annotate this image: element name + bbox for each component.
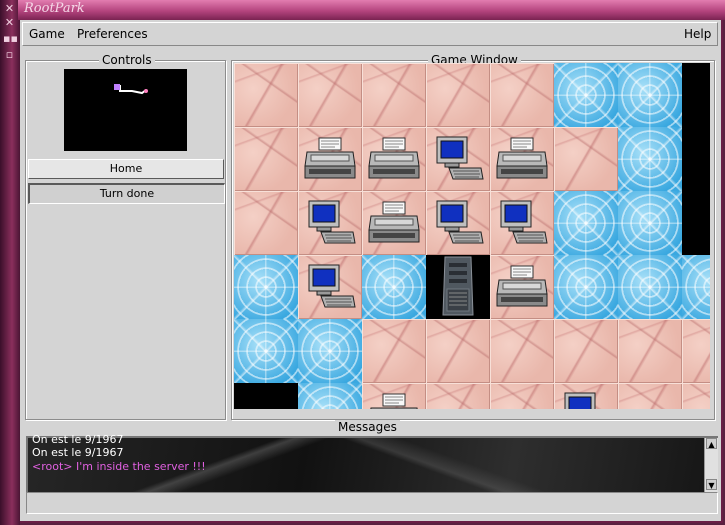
tile-computer[interactable] (426, 191, 490, 255)
tile-cement[interactable] (234, 127, 298, 191)
tile-printer[interactable] (490, 255, 554, 319)
tile-cement[interactable] (234, 63, 298, 127)
minimize-icon[interactable]: ✕ (3, 17, 16, 29)
tile-water[interactable] (298, 319, 362, 383)
tile-printer[interactable] (362, 127, 426, 191)
printer-icon (367, 136, 421, 182)
window-frame-left: ✕ ✕ ▪▪ ▫ (0, 0, 20, 525)
computer-icon (559, 391, 613, 409)
tile-water[interactable] (682, 255, 710, 319)
tile-water[interactable] (298, 383, 362, 409)
home-button[interactable]: Home (28, 159, 224, 179)
menu-help[interactable]: Help (684, 27, 711, 41)
tile-cement[interactable] (490, 63, 554, 127)
tile-printer[interactable] (362, 383, 426, 409)
minimap[interactable] (64, 69, 187, 151)
tile-cement[interactable] (490, 383, 554, 409)
tile-cement[interactable] (426, 319, 490, 383)
tile-server[interactable] (426, 255, 490, 319)
printer-icon (303, 136, 357, 182)
tile-cement[interactable] (362, 63, 426, 127)
messages-log[interactable]: On est le 9/1967 On est le 9/1967 <root>… (26, 433, 718, 492)
tile-computer[interactable] (490, 191, 554, 255)
tile-water[interactable] (618, 191, 682, 255)
tile-black[interactable] (682, 127, 710, 191)
tile-cement[interactable] (618, 383, 682, 409)
printer-icon (367, 200, 421, 246)
message-line: <root> I'm inside the server !!! (32, 460, 206, 473)
tile-cement[interactable] (298, 63, 362, 127)
scroll-down-icon[interactable]: ▼ (706, 479, 717, 490)
computer-icon (431, 199, 485, 247)
tile-water[interactable] (234, 319, 298, 383)
tile-cement[interactable] (426, 63, 490, 127)
tile-water[interactable] (234, 255, 298, 319)
computer-icon (303, 263, 357, 311)
tile-cement[interactable] (554, 319, 618, 383)
tile-cement[interactable] (682, 383, 710, 409)
restore-icon[interactable]: ▫ (3, 49, 16, 61)
tile-cement[interactable] (618, 319, 682, 383)
tile-water[interactable] (554, 191, 618, 255)
tile-cement[interactable] (682, 319, 710, 383)
tile-black[interactable] (234, 383, 298, 409)
controls-title: Controls (99, 53, 155, 67)
game-grid[interactable] (234, 63, 710, 409)
menu-bar: Game Preferences Help (22, 22, 718, 46)
tile-computer[interactable] (298, 191, 362, 255)
server-icon (433, 255, 483, 319)
message-line: On est le 9/1967 (32, 446, 124, 459)
tile-water[interactable] (554, 255, 618, 319)
tile-computer[interactable] (298, 255, 362, 319)
tile-water[interactable] (618, 63, 682, 127)
tile-computer[interactable] (426, 127, 490, 191)
tile-printer[interactable] (490, 127, 554, 191)
message-line: On est le 9/1967 (32, 433, 124, 446)
turn-done-button[interactable]: Turn done (28, 183, 225, 204)
scroll-up-icon[interactable]: ▲ (706, 438, 717, 449)
menu-icon[interactable]: ▪▪ (3, 33, 18, 45)
tile-cement[interactable] (234, 191, 298, 255)
app-window: Game Preferences Help Controls Home Turn… (20, 20, 723, 523)
controls-panel: Controls Home Turn done (25, 53, 226, 420)
tile-cement[interactable] (426, 383, 490, 409)
tile-computer[interactable] (554, 383, 618, 409)
tile-printer[interactable] (298, 127, 362, 191)
close-icon[interactable]: ✕ (3, 3, 16, 15)
tile-water[interactable] (618, 127, 682, 191)
tile-cement[interactable] (554, 127, 618, 191)
window-title: RootPark (24, 1, 85, 16)
menu-game[interactable]: Game (29, 27, 65, 41)
tile-water[interactable] (618, 255, 682, 319)
title-bar[interactable]: RootPark (18, 0, 725, 20)
tile-cement[interactable] (490, 319, 554, 383)
tile-black[interactable] (682, 191, 710, 255)
computer-icon (303, 199, 357, 247)
minimap-target-marker (144, 89, 148, 93)
tile-printer[interactable] (362, 191, 426, 255)
tile-water[interactable] (362, 255, 426, 319)
game-window-panel: Game Window (231, 53, 715, 420)
tile-black[interactable] (682, 63, 710, 127)
printer-icon (495, 136, 549, 182)
printer-icon (367, 392, 421, 409)
menu-preferences[interactable]: Preferences (77, 27, 148, 41)
computer-icon (495, 199, 549, 247)
printer-icon (495, 264, 549, 310)
minimap-path (114, 84, 148, 95)
computer-icon (431, 135, 485, 183)
status-bar (26, 492, 718, 514)
messages-scrollbar[interactable]: ▲ ▼ (704, 438, 718, 492)
tile-water[interactable] (554, 63, 618, 127)
tile-cement[interactable] (362, 319, 426, 383)
messages-title: Messages (335, 420, 400, 434)
minimap-player-marker (114, 84, 120, 90)
